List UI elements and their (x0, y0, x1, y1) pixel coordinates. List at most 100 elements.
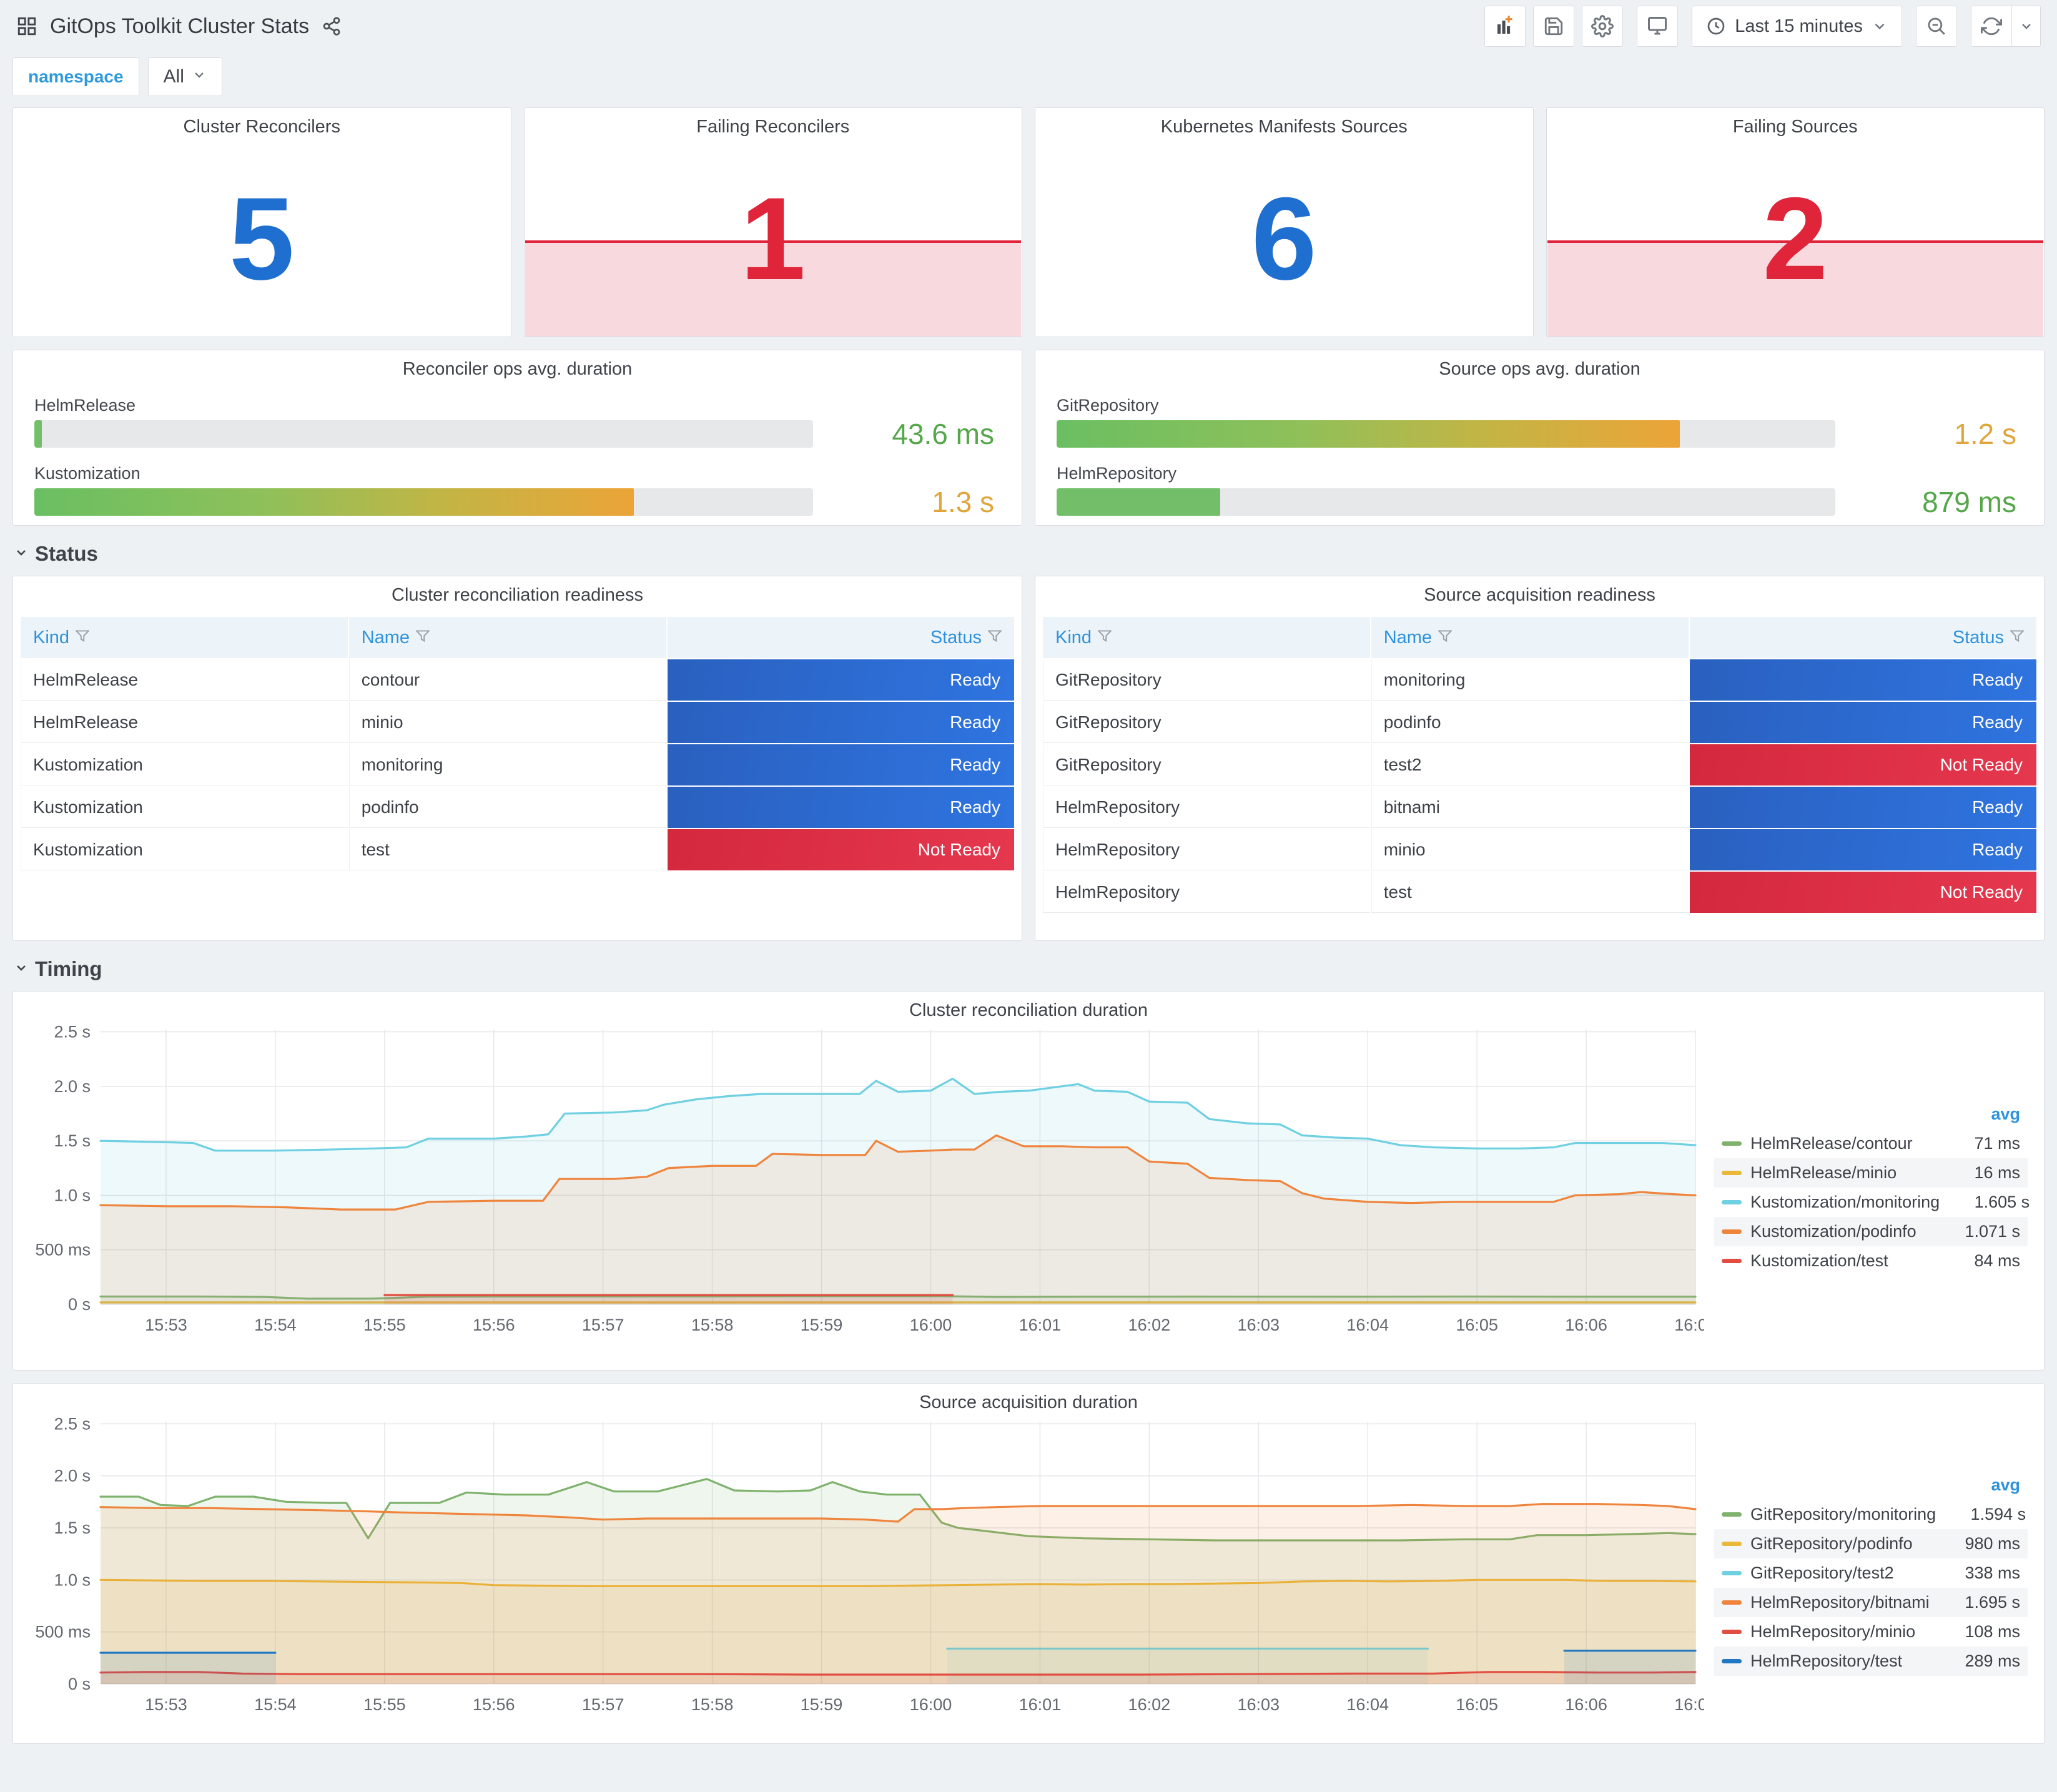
legend-item[interactable]: GitRepository/monitoring 1.594 s (1714, 1500, 2028, 1529)
series-color-dash (1722, 1141, 1742, 1146)
source-ops-gauge-panel: Source ops avg. duration GitRepository 1… (1035, 350, 2045, 526)
svg-text:15:57: 15:57 (582, 1695, 624, 1714)
column-header-name[interactable]: Name (1371, 617, 1689, 658)
panel-title[interactable]: Reconciler ops avg. duration (26, 350, 1009, 380)
panel-title[interactable]: Cluster Reconcilers (13, 108, 511, 137)
filter-funnel-icon[interactable] (2009, 628, 2025, 648)
status-badge: Not Ready (1689, 872, 2036, 913)
legend-item[interactable]: Kustomization/monitoring 1.605 s (1714, 1188, 2030, 1217)
zoom-out-time-button[interactable] (1916, 6, 1957, 47)
timeseries-plot[interactable]: 15:53 15:54 15:55 15:56 15:57 15:58 15:59 16:00… (18, 1022, 1716, 1352)
status-badge: Ready (1689, 829, 2036, 870)
panel-title[interactable]: Failing Reconcilers (525, 108, 1022, 137)
status-badge: Ready (667, 702, 1014, 743)
filter-funnel-icon[interactable] (1438, 628, 1453, 648)
name-cell: podinfo (348, 787, 666, 828)
refresh-button[interactable] (1971, 6, 2012, 47)
name-cell: monitoring (348, 744, 666, 785)
stat-panel-failing-sources: Failing Sources 2 (1546, 107, 2045, 337)
legend-item[interactable]: HelmRepository/test 289 ms (1714, 1647, 2028, 1676)
status-cell: Ready (1689, 829, 2036, 870)
series-avg-value: 289 ms (1965, 1652, 2020, 1670)
source-acquisition-duration-panel: Source acquisition duration 15:53 15:54 15… (12, 1383, 2045, 1744)
column-header-status[interactable]: Status (667, 617, 1014, 658)
series-color-dash (1722, 1659, 1742, 1663)
series-avg-value: 1.695 s (1965, 1593, 2020, 1612)
kind-cell: Kustomization (21, 829, 348, 870)
section-header-timing[interactable]: Timing (14, 957, 2043, 981)
filter-funnel-icon[interactable] (987, 628, 1003, 648)
kind-cell: HelmRepository (1043, 829, 1370, 870)
panel-title[interactable]: Failing Sources (1547, 108, 2045, 137)
name-cell: test (348, 829, 666, 870)
name-cell: podinfo (1371, 702, 1689, 743)
name-cell: test (1371, 872, 1689, 913)
filter-funnel-icon[interactable] (74, 628, 91, 648)
legend-item[interactable]: HelmRepository/minio 108 ms (1714, 1617, 2028, 1647)
status-cell: Ready (1689, 702, 2036, 743)
panel-title[interactable]: Kubernetes Manifests Sources (1035, 108, 1533, 137)
time-range-picker[interactable]: Last 15 minutes (1692, 6, 1902, 47)
gauge-value: 1.2 s (1954, 418, 2016, 450)
section-header-status[interactable]: Status (14, 542, 2043, 566)
gauge-fill (1057, 420, 1680, 448)
svg-text:16:00: 16:00 (910, 1695, 952, 1714)
table-row: GitRepository monitoring Ready (1043, 659, 2036, 701)
status-cell: Ready (667, 702, 1014, 743)
panel-title[interactable]: Source acquisition duration (13, 1384, 2044, 1413)
svg-text:16:02: 16:02 (1128, 1695, 1171, 1714)
legend-item[interactable]: HelmRelease/contour 71 ms (1714, 1129, 2028, 1158)
series-area (101, 1504, 1695, 1684)
column-header-kind[interactable]: Kind (1043, 617, 1370, 658)
column-header-kind[interactable]: Kind (21, 617, 348, 658)
column-header-name[interactable]: Name (348, 617, 666, 658)
section-label: Status (35, 542, 98, 565)
chevron-down-icon (192, 66, 207, 87)
share-alt-icon[interactable] (322, 16, 342, 36)
legend-item[interactable]: GitRepository/test2 338 ms (1714, 1558, 2028, 1588)
svg-text:16:04: 16:04 (1346, 1695, 1389, 1714)
legend-items: GitRepository/monitoring 1.594 s GitReposi… (1714, 1500, 2028, 1676)
table-row: GitRepository podinfo Ready (1043, 702, 2036, 743)
legend-item[interactable]: GitRepository/podinfo 980 ms (1714, 1529, 2028, 1558)
stat-value: 1 (740, 172, 806, 304)
panel-title[interactable]: Source acquisition readiness (1035, 576, 2044, 606)
chevron-down-icon (1872, 18, 1888, 34)
status-badge: Not Ready (1689, 744, 2036, 785)
svg-text:0 s: 0 s (68, 1295, 91, 1314)
gauges-row: Reconciler ops avg. duration HelmRelease… (12, 350, 2045, 526)
legend-item[interactable]: HelmRelease/minio 16 ms (1714, 1158, 2028, 1188)
legend-item[interactable]: Kustomization/podinfo 1.071 s (1714, 1216, 2028, 1246)
add-panel-button[interactable] (1484, 6, 1526, 47)
legend-avg-header[interactable]: avg (1714, 1102, 2028, 1129)
settings-gear-button[interactable] (1582, 6, 1624, 47)
legend-item[interactable]: Kustomization/test 84 ms (1714, 1246, 2028, 1276)
kind-cell: GitRepository (1043, 702, 1370, 743)
svg-text:16:01: 16:01 (1019, 1316, 1062, 1334)
variable-value-namespace[interactable]: All (147, 57, 222, 96)
panel-title[interactable]: Cluster reconciliation duration (13, 992, 2044, 1021)
series-avg-value: 1.605 s (1974, 1192, 2030, 1211)
column-header-status[interactable]: Status (1689, 617, 2036, 658)
panel-title[interactable]: Cluster reconciliation readiness (13, 576, 1022, 606)
cycle-view-monitor-button[interactable] (1637, 6, 1679, 47)
svg-text:16:04: 16:04 (1346, 1316, 1389, 1334)
save-dashboard-button[interactable] (1533, 6, 1575, 47)
series-avg-value: 338 ms (1965, 1563, 2020, 1582)
filter-funnel-icon[interactable] (1097, 628, 1113, 648)
svg-text:15:55: 15:55 (363, 1695, 406, 1714)
svg-text:500 ms: 500 ms (35, 1623, 91, 1642)
legend-item[interactable]: HelmRepository/bitnami 1.695 s (1714, 1588, 2028, 1617)
svg-text:1.5 s: 1.5 s (54, 1519, 91, 1537)
kind-cell: Kustomization (21, 787, 348, 828)
reconciler-ops-gauge-panel: Reconciler ops avg. duration HelmRelease… (12, 350, 1022, 526)
legend-avg-header[interactable]: avg (1714, 1473, 2028, 1500)
series-color-dash (1722, 1199, 1742, 1204)
svg-text:0 s: 0 s (68, 1675, 91, 1693)
filter-funnel-icon[interactable] (415, 628, 431, 648)
timeseries-plot[interactable]: 15:53 15:54 15:55 15:56 15:57 15:58 15:59 16:00… (18, 1414, 1716, 1732)
svg-text:16:07: 16:07 (1674, 1695, 1704, 1714)
apps-grid-icon[interactable] (16, 16, 37, 37)
panel-title[interactable]: Source ops avg. duration (1048, 350, 2031, 380)
refresh-interval-dropdown[interactable] (2012, 6, 2041, 47)
